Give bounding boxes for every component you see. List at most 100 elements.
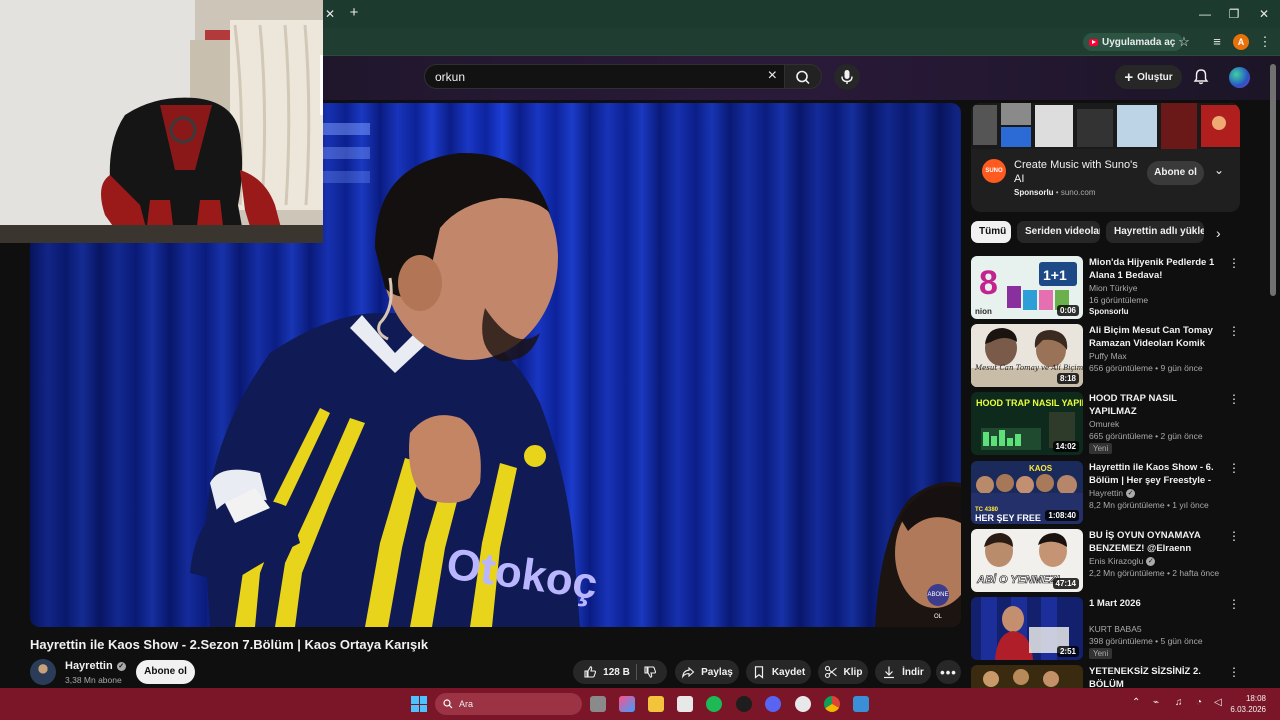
clear-search-icon[interactable]: × — [768, 67, 777, 85]
more-options-icon[interactable]: ⋮ — [1228, 392, 1240, 406]
game-launcher-icon[interactable] — [736, 696, 752, 712]
more-options-icon[interactable]: ⋮ — [1228, 665, 1240, 679]
chrome-icon[interactable] — [824, 696, 840, 712]
bookmark-star-icon[interactable]: ☆ — [1175, 33, 1193, 51]
page-scrollbar[interactable] — [1270, 64, 1276, 296]
wifi-icon[interactable]: ◔ — [1196, 697, 1202, 708]
ad-subscribe-button[interactable]: Abone ol — [1147, 161, 1204, 185]
video-thumbnail: 8 1+1 nion 0:06 — [971, 256, 1083, 319]
video-duration: 1:08:40 — [1045, 510, 1079, 521]
search-input[interactable]: orkun × — [424, 64, 785, 89]
network-icon[interactable]: ⌁ — [1153, 697, 1159, 708]
close-tab-icon[interactable]: ✕ — [322, 6, 338, 22]
minimize-icon[interactable]: — — [1197, 6, 1213, 22]
video-title: YETENEKSİZ SİZSİNİZ 2. BÖLÜM — [1089, 666, 1201, 688]
thumb-caption: HER ŞEY FREE — [975, 513, 1041, 523]
microsoft-store-icon[interactable] — [677, 696, 693, 712]
browser-menu-icon[interactable]: ⋮ — [1256, 33, 1274, 51]
create-button[interactable]: + Oluştur — [1115, 65, 1182, 89]
scissors-icon — [824, 665, 837, 679]
new-badge: Yeni — [1089, 648, 1113, 659]
voice-search-button[interactable] — [834, 64, 860, 90]
like-dislike-group: 128 B — [573, 660, 667, 684]
more-options-icon[interactable]: ⋮ — [1228, 256, 1240, 270]
new-tab-icon[interactable]: + — [346, 5, 362, 21]
more-actions-button[interactable]: ••• — [936, 660, 961, 684]
ad-meta: Sponsorlu • suno.com — [1014, 188, 1096, 197]
open-in-app-button[interactable]: Uygulamada aç — [1083, 33, 1184, 51]
search-button[interactable] — [784, 64, 822, 89]
steam-icon[interactable] — [795, 696, 811, 712]
spotify-icon[interactable] — [706, 696, 722, 712]
list-item[interactable]: ABİ O YENMEZ! 47:14 BU İŞ OYUN OYNAMAYA … — [971, 529, 1261, 592]
notifications-bell-icon[interactable] — [1191, 67, 1211, 87]
video-title: HOOD TRAP NASIL YAPILMAZ — [1089, 393, 1177, 417]
task-view-icon[interactable] — [590, 696, 606, 712]
video-title: 1 Mart 2026 — [1089, 598, 1141, 609]
discord-icon[interactable] — [765, 696, 781, 712]
thumb-caption: HOOD TRAP NASIL YAPILMAZ — [976, 398, 1083, 408]
like-button[interactable]: 128 B — [583, 665, 630, 679]
volume-icon[interactable]: ◁ — [1214, 697, 1222, 708]
list-item[interactable]: Mesut Can Tomay ve Ali Biçim 8:18 Ali Bi… — [971, 324, 1261, 387]
media-control-icon[interactable]: ≡ — [1208, 33, 1226, 51]
video-meta: 2,2 Mn görüntüleme • 2 hafta önce — [1089, 568, 1220, 578]
list-item[interactable]: HOOD TRAP NASIL YAPILMAZ 14:02 HOOD TRAP… — [971, 392, 1261, 455]
list-item[interactable]: 2:51 1 Mart 2026 KURT BABA5 398 görüntül… — [971, 597, 1261, 660]
more-options-icon[interactable]: ⋮ — [1228, 529, 1240, 543]
sponsored-ad-card[interactable]: SUNO Create Music with Suno's AI Sponsor… — [971, 103, 1240, 212]
download-button[interactable]: İndir — [875, 660, 931, 684]
video-meta: 665 görüntüleme • 2 gün önce — [1089, 431, 1203, 441]
verified-badge-icon: ✓ — [116, 661, 126, 671]
ad-sponsored-label: Sponsorlu — [1014, 188, 1054, 197]
chevron-down-icon[interactable]: ⌄ — [1214, 163, 1224, 177]
thumbs-down-icon[interactable] — [643, 665, 657, 679]
svg-text:8: 8 — [979, 264, 998, 302]
channel-label: Enis Kirazoglu — [1089, 556, 1144, 566]
save-button[interactable]: Kaydet — [746, 660, 811, 684]
store-game-icon[interactable] — [619, 696, 635, 712]
bookmark-icon — [754, 666, 763, 679]
file-explorer-icon[interactable] — [648, 696, 664, 712]
channel-label: Omurek — [1089, 419, 1120, 429]
share-button[interactable]: Paylaş — [675, 660, 739, 684]
thumb-top-text: KAOS — [1029, 464, 1053, 473]
system-clock[interactable]: 18:08 6.03.2026 — [1230, 693, 1266, 715]
ad-domain: suno.com — [1060, 188, 1096, 197]
taskbar-search-input[interactable]: Ara — [435, 693, 582, 715]
chip-uploader[interactable]: Hayrettin adlı yükleyici — [1106, 221, 1204, 243]
chip-all[interactable]: Tümü — [971, 221, 1011, 243]
more-options-icon[interactable]: ⋮ — [1228, 324, 1240, 338]
like-count: 128 B — [603, 666, 630, 678]
more-options-icon[interactable]: ⋮ — [1228, 461, 1240, 475]
windows-start-icon[interactable] — [411, 696, 427, 712]
chevron-right-icon[interactable]: › — [1216, 225, 1221, 241]
more-options-icon[interactable]: ⋮ — [1228, 597, 1240, 611]
tray-chevron-icon[interactable]: ⌃ — [1132, 697, 1140, 708]
chip-series[interactable]: Seriden videolar — [1017, 221, 1100, 243]
channel-avatar[interactable] — [30, 659, 56, 685]
microphone-icon[interactable]: ♫ — [1175, 697, 1183, 708]
video-duration: 14:02 — [1052, 441, 1079, 452]
clip-button[interactable]: Klip — [818, 660, 868, 684]
restore-icon[interactable]: ❐ — [1226, 6, 1242, 22]
video-meta: 656 görüntüleme • 9 gün önce — [1089, 363, 1203, 373]
list-item[interactable]: 8 1+1 nion 0:06 Mion'da Hijyenik Pedlerd… — [971, 256, 1261, 319]
video-thumbnail: 2:51 — [971, 597, 1083, 660]
channel-watermark[interactable]: ABONE OL — [927, 584, 949, 620]
list-item[interactable]: YETENEKSİZ SİZSİNİZ 2. BÖLÜM ⋮ — [971, 665, 1261, 688]
app-icon[interactable] — [853, 696, 869, 712]
account-avatar[interactable] — [1229, 67, 1250, 88]
channel-label: Puffy Max — [1089, 351, 1127, 361]
clip-label: Klip — [843, 666, 863, 678]
browser-profile-avatar[interactable]: A — [1233, 34, 1249, 50]
sponsored-badge: Sponsorlu — [1089, 307, 1129, 316]
list-item[interactable]: KAOS TC 4380 HER ŞEY FREE 1:08:40 Hayret… — [971, 461, 1261, 524]
video-thumbnail: Mesut Can Tomay ve Ali Biçim 8:18 — [971, 324, 1083, 387]
video-meta: 8,2 Mn görüntüleme • 1 yıl önce — [1089, 500, 1209, 510]
suno-logo: SUNO — [982, 159, 1006, 183]
channel-name-link[interactable]: Hayrettin ✓ — [65, 660, 126, 672]
window-close-icon[interactable]: ✕ — [1256, 6, 1272, 22]
channel-label: KURT BABA5 — [1089, 624, 1142, 634]
subscribe-button[interactable]: Abone ol — [136, 660, 195, 684]
